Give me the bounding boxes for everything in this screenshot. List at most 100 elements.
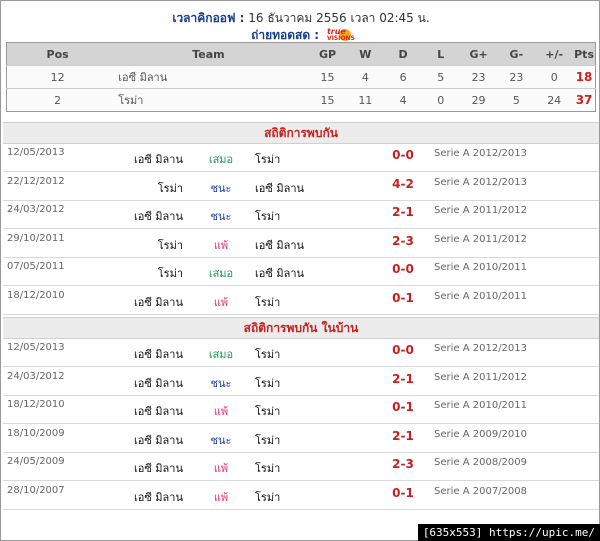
home-team: เอซี มิลาน [133, 433, 183, 447]
col-pos: Pos [6, 42, 109, 66]
home-team: โรม่า [157, 267, 183, 281]
match-row: 12/05/2013 เอซี มิลาน เสมอ โรม่า 0-0 Serie A … [3, 338, 599, 367]
match-date: 24/05/2009 [7, 456, 65, 468]
truevisions-logo-icon: true VISIONS [326, 26, 355, 42]
match-date: 07/05/2011 [7, 261, 65, 273]
competition: Serie A 2011/2012 [434, 233, 528, 245]
match-row: 29/10/2011 โรม่า แพ้ เอซี มิลาน 2-3 Serie A 2… [3, 229, 599, 258]
h2h-home-title: สถิติการพบกัน ในบ้าน [3, 317, 599, 339]
home-team: เอซี มิลาน [133, 376, 183, 390]
away-team: โรม่า [255, 376, 281, 390]
competition: Serie A 2010/2011 [434, 291, 528, 302]
home-team: เอซี มิลาน [133, 153, 183, 166]
l: 0 [421, 88, 460, 112]
competition: Serie A 2012/2013 [434, 148, 528, 159]
col-l: L [421, 42, 460, 66]
away-team: โรม่า [255, 462, 281, 476]
match-score: 2-3 [392, 233, 414, 248]
diff: 0 [535, 65, 574, 89]
home-team: โรม่า [157, 181, 183, 195]
match-result: แพ้ [213, 491, 229, 504]
competition: Serie A 2010/2011 [434, 400, 528, 412]
match-date: 18/10/2009 [7, 427, 65, 439]
w: 4 [346, 65, 385, 89]
match-date: 18/12/2010 [7, 290, 65, 301]
match-score: 0-0 [392, 148, 414, 162]
home-team: เอซี มิลาน [133, 405, 183, 419]
competition: Serie A 2007/2008 [434, 486, 528, 497]
col-w: W [346, 42, 385, 66]
home-team: โรม่า [157, 238, 183, 252]
pos: 12 [6, 65, 109, 89]
away-team: โรม่า [255, 210, 281, 224]
ga: 23 [497, 65, 536, 89]
home-team: เอซี มิลาน [133, 491, 183, 504]
col-d: D [384, 42, 422, 66]
match-row: 24/05/2009 เอซี มิลาน แพ้ โรม่า 2-3 Serie A 2… [3, 452, 599, 482]
w: 11 [346, 88, 385, 112]
away-team: เอซี มิลาน [255, 238, 305, 252]
away-team: โรม่า [255, 405, 281, 419]
home-team: เอซี มิลาน [133, 462, 183, 476]
standings-header-row: Pos Team GP W D L G+ G- +/- Pts [6, 42, 596, 66]
match-result: เสมอ [208, 153, 234, 166]
match-score: 2-3 [392, 457, 414, 472]
competition: Serie A 2012/2013 [434, 343, 528, 354]
h2h-title: สถิติการพบกัน [3, 122, 599, 144]
pos: 2 [6, 88, 109, 112]
pts: 37 [573, 88, 596, 112]
match-result: ชนะ [210, 376, 232, 390]
match-date: 12/05/2013 [7, 342, 65, 353]
match-row: 07/05/2011 โรม่า เสมอ เอซี มิลาน 0-0 Serie A … [3, 257, 599, 287]
match-row: 12/05/2013 เอซี มิลาน เสมอ โรม่า 0-0 Serie A … [3, 143, 599, 172]
standings-row: 12 เอซี มิลาน 15 4 6 5 23 23 0 18 [6, 65, 596, 89]
match-score: 0-1 [392, 486, 414, 500]
match-date: 22/12/2012 [7, 175, 65, 187]
l: 5 [421, 65, 460, 89]
match-result: ชนะ [210, 181, 232, 195]
away-team: โรม่า [255, 491, 281, 504]
competition: Serie A 2011/2012 [434, 205, 528, 217]
competition: Serie A 2009/2010 [434, 428, 528, 440]
kickoff-value: 16 ธันวาคม 2556 เวลา 02:45 น. [248, 11, 430, 25]
match-score: 4-2 [392, 176, 414, 191]
col-diff: +/- [535, 42, 574, 66]
away-team: โรม่า [255, 153, 281, 166]
competition: Serie A 2012/2013 [434, 176, 528, 188]
match-result: เสมอ [208, 267, 234, 281]
match-date: 12/05/2013 [7, 147, 65, 158]
gp: 15 [308, 88, 347, 112]
match-score: 2-1 [392, 205, 414, 220]
pts: 18 [573, 65, 596, 89]
away-team: เอซี มิลาน [255, 267, 305, 281]
away-team: เอซี มิลาน [255, 181, 305, 195]
match-result: เสมอ [208, 348, 234, 361]
col-pts: Pts [573, 42, 596, 66]
match-row: 18/12/2010 เอซี มิลาน แพ้ โรม่า 0-1 Serie A 2… [3, 286, 599, 315]
competition: Serie A 2011/2012 [434, 371, 528, 383]
match-score: 0-1 [392, 291, 414, 305]
match-date: 18/12/2010 [7, 399, 65, 411]
upic-watermark: [635x553] https://upic.me/ [417, 524, 600, 541]
gf: 29 [459, 88, 498, 112]
standings-row: 2 โรม่า 15 11 4 0 29 5 24 37 [6, 88, 596, 112]
match-score: 2-1 [392, 428, 414, 443]
competition: Serie A 2010/2011 [434, 262, 528, 274]
gf: 23 [459, 65, 498, 89]
col-gf: G+ [459, 42, 498, 66]
team-name: โรม่า [108, 88, 309, 112]
match-result: แพ้ [213, 238, 229, 252]
match-result: แพ้ [213, 405, 229, 419]
match-result: ชนะ [210, 433, 232, 447]
match-result: แพ้ [213, 296, 229, 309]
competition: Serie A 2008/2009 [434, 457, 528, 469]
home-team: เอซี มิลาน [133, 348, 183, 361]
match-row: 28/10/2007 เอซี มิลาน แพ้ โรม่า 0-1 Serie A 2… [3, 481, 599, 510]
d: 6 [384, 65, 422, 89]
match-row: 22/12/2012 โรม่า ชนะ เอซี มิลาน 4-2 Serie A 2… [3, 172, 599, 201]
gp: 15 [308, 65, 347, 89]
live-label: ถ่ายทอดสด : [251, 28, 320, 42]
match-row: 18/10/2009 เอซี มิลาน ชนะ โรม่า 2-1 Serie A 2… [3, 424, 599, 453]
match-row: 24/03/2012 เอซี มิลาน ชนะ โรม่า 2-1 Serie A 2… [3, 200, 599, 230]
ga: 5 [497, 88, 536, 112]
